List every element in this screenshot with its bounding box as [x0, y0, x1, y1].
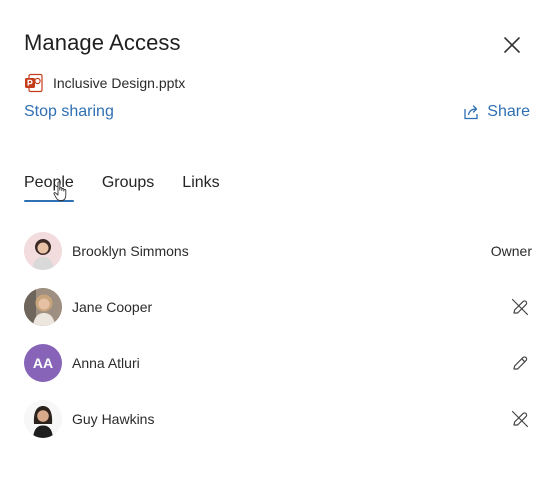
avatar: [24, 232, 62, 270]
powerpoint-file-icon: [24, 73, 44, 93]
person-photo-icon: [24, 232, 62, 270]
permission-action[interactable]: [508, 407, 532, 431]
avatar-initials: AA: [32, 355, 54, 371]
person-name: Anna Atluri: [72, 355, 140, 371]
avatar: [24, 400, 62, 438]
person-row[interactable]: AA Anna Atluri: [24, 343, 532, 383]
file-info: Inclusive Design.pptx: [24, 72, 185, 94]
owner-label: Owner: [490, 243, 532, 259]
person-row[interactable]: Jane Cooper: [24, 287, 532, 327]
close-button[interactable]: [500, 33, 524, 57]
person-photo-icon: [24, 288, 62, 326]
no-edit-icon[interactable]: [508, 295, 532, 319]
file-name: Inclusive Design.pptx: [53, 75, 186, 91]
share-label: Share: [487, 103, 530, 120]
person-photo-icon: [24, 400, 62, 438]
hand-cursor-icon: [53, 181, 67, 201]
dialog-title: Manage Access: [24, 30, 181, 55]
share-button[interactable]: Share: [463, 103, 530, 121]
permission-action[interactable]: [508, 351, 532, 375]
person-row[interactable]: Guy Hawkins: [24, 399, 532, 439]
stop-sharing-link[interactable]: Stop sharing: [24, 103, 114, 121]
close-icon: [504, 37, 520, 53]
manage-access-panel: Manage Access Inclusive Design.pptx Stop…: [0, 0, 554, 480]
edit-pencil-icon[interactable]: [508, 351, 532, 375]
share-icon: [463, 103, 481, 121]
permission-label: Owner: [491, 239, 532, 263]
person-name: Guy Hawkins: [72, 411, 155, 427]
avatar: AA: [24, 344, 62, 382]
people-list: Brooklyn Simmons Owner Jane Cooper AA An…: [24, 231, 532, 455]
person-name: Brooklyn Simmons: [72, 243, 189, 259]
avatar: [24, 288, 62, 326]
no-edit-icon[interactable]: [508, 407, 532, 431]
person-name: Jane Cooper: [72, 299, 153, 315]
permission-action[interactable]: [508, 295, 532, 319]
person-row[interactable]: Brooklyn Simmons Owner: [24, 231, 532, 271]
tab-links[interactable]: Links: [182, 174, 219, 202]
tab-groups[interactable]: Groups: [102, 174, 154, 202]
